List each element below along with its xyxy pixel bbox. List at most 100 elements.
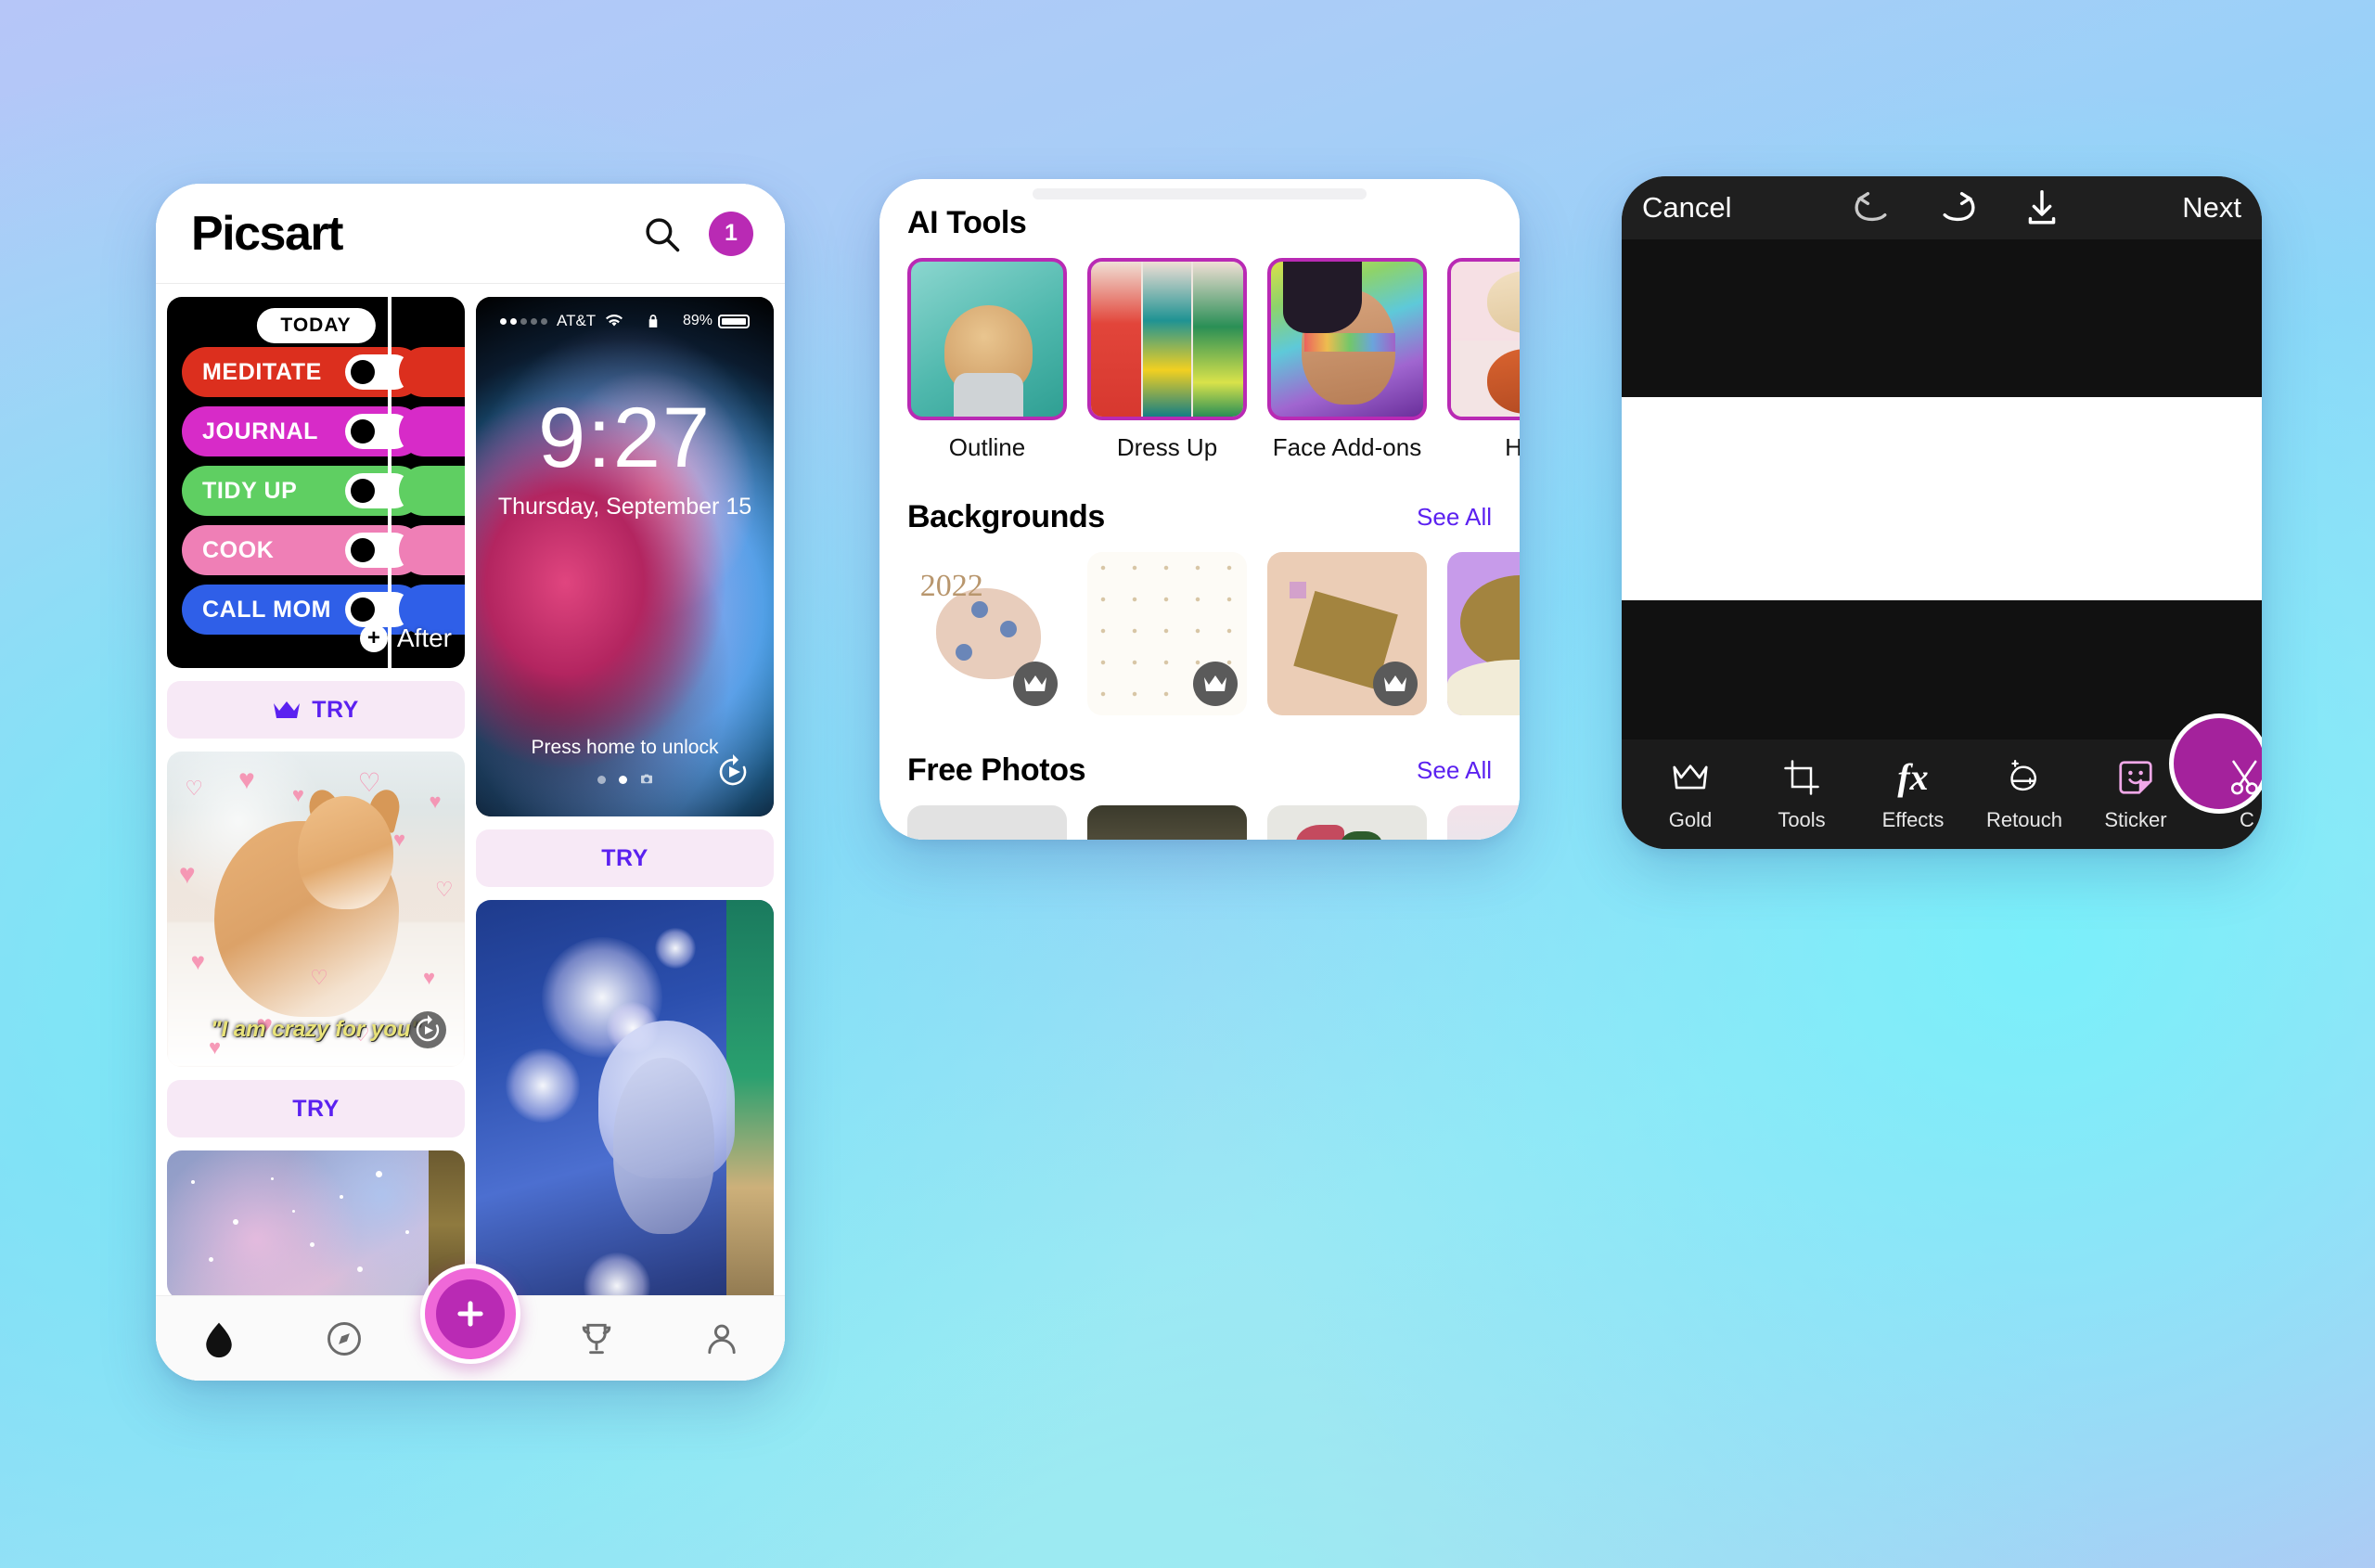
battery-percent: 89% [682, 313, 712, 328]
replay-icon[interactable] [712, 752, 753, 792]
ai-tool-label: Dress Up [1116, 433, 1218, 461]
photo-thumb[interactable] [1087, 805, 1247, 840]
tool-label: Tools [1778, 808, 1826, 831]
phone-status-bar: AT&T 89% [476, 312, 774, 330]
ai-tool-item[interactable]: Dress Up [1087, 258, 1247, 462]
sidebar-item-profile[interactable] [700, 1317, 743, 1360]
section-title-ai-tools: AI Tools [907, 205, 1027, 240]
editor-canvas[interactable] [1622, 397, 2262, 600]
crop-icon [1783, 756, 1820, 799]
canvas-letterbox-top [1622, 239, 2262, 397]
before-after-divider[interactable] [388, 297, 392, 668]
try-label: TRY [601, 844, 648, 871]
carrier-label: AT&T [557, 312, 597, 329]
plus-icon[interactable] [436, 1279, 505, 1348]
try-button[interactable]: TRY [167, 1080, 465, 1137]
tool-sticker[interactable]: Sticker [2080, 756, 2191, 832]
ai-tool-item[interactable]: Face Add-ons [1267, 258, 1427, 462]
replay-icon[interactable] [407, 1009, 448, 1050]
background-thumb[interactable] [1267, 552, 1427, 715]
ai-tool-item[interactable]: Outline [907, 258, 1067, 462]
todo-label: COOK [202, 536, 275, 563]
ai-tool-thumb[interactable] [1447, 258, 1520, 420]
sheet-handle[interactable] [1033, 188, 1367, 199]
todo-row[interactable]: JOURNAL [182, 406, 423, 456]
photo-thumb[interactable] [907, 805, 1067, 840]
ai-tool-thumb[interactable] [1087, 258, 1247, 420]
create-button[interactable] [420, 1264, 520, 1364]
notification-badge[interactable]: 1 [709, 211, 753, 256]
todo-label: TIDY UP [202, 477, 298, 504]
wifi-icon [605, 315, 623, 328]
tool-label: C [2240, 808, 2254, 831]
ai-tool-thumb[interactable] [907, 258, 1067, 420]
battery-icon [718, 314, 750, 328]
see-all-backgrounds[interactable]: See All [1417, 503, 1492, 532]
todo-label: JOURNAL [202, 418, 319, 444]
editor-topbar: Cancel Next [1622, 176, 2262, 239]
add-icon[interactable]: + [359, 624, 388, 652]
try-button[interactable]: TRY [167, 681, 465, 739]
ai-tool-label: Hair [1505, 433, 1520, 461]
sidebar-item-discover[interactable] [323, 1317, 366, 1360]
lock-date: Thursday, September 15 [497, 494, 752, 520]
background-thumb[interactable]: 2022 [907, 552, 1067, 715]
try-button[interactable]: TRY [476, 829, 774, 887]
tool-effects[interactable]: fx Effects [1857, 756, 1969, 832]
undo-icon[interactable] [1851, 189, 1894, 226]
todo-label: MEDITATE [202, 358, 322, 385]
home-feed: TODAY MEDITATE JOURNAL TIDY UP COOK CALL… [156, 284, 785, 1381]
next-button[interactable]: Next [2182, 191, 2241, 225]
phone-home-screen: Picsart 1 TODAY MEDITATE JOURNAL TIDY UP… [156, 184, 785, 1381]
crown-icon [1671, 756, 1710, 799]
tool-label: Effects [1881, 808, 1945, 831]
todo-row[interactable]: MEDITATE [182, 347, 423, 397]
background-year: 2022 [919, 568, 983, 603]
crown-icon [1193, 662, 1238, 706]
retouch-icon [2005, 756, 2044, 799]
tool-retouch[interactable]: Retouch [1969, 756, 2080, 832]
background-thumb[interactable] [1087, 552, 1247, 715]
library-scroll[interactable]: AI Tools Outline Dress Up Face Add-ons H… [879, 205, 1520, 840]
tool-label: Retouch [1986, 808, 2062, 831]
see-all-free-photos[interactable]: See All [1417, 756, 1492, 785]
search-icon[interactable] [642, 214, 681, 253]
try-label: TRY [292, 1095, 340, 1122]
picsart-logo: Picsart [191, 206, 343, 261]
tool-gold[interactable]: Gold [1635, 756, 1746, 832]
editor-toolbar: Gold Tools fx Effects Retouch Sticker C [1622, 713, 2262, 849]
tool-cutout[interactable]: C [2191, 756, 2262, 832]
ai-tool-thumb[interactable] [1267, 258, 1427, 420]
section-title-free-photos: Free Photos [907, 752, 1086, 788]
todo-row[interactable]: TIDY UP [182, 466, 423, 516]
ai-tool-item[interactable]: Hair [1447, 258, 1520, 462]
tool-tools[interactable]: Tools [1746, 756, 1857, 832]
backgrounds-row[interactable]: 2022 [907, 552, 1520, 715]
photo-thumb[interactable] [1447, 805, 1520, 840]
crown-icon [1373, 662, 1418, 706]
todo-before-after-card[interactable]: TODAY MEDITATE JOURNAL TIDY UP COOK CALL… [167, 297, 465, 668]
ai-tools-row[interactable]: Outline Dress Up Face Add-ons H [907, 258, 1520, 462]
cancel-button[interactable]: Cancel [1642, 191, 1732, 225]
after-label: After [396, 623, 452, 652]
section-title-backgrounds: Backgrounds [907, 499, 1105, 534]
dog-effect-card[interactable]: ♡ ♥ ♥ ♡ ♥ ♥ ♡ ♥ ♥ ♥ ♡ ♥ ♡ ♥ "I am crazy for you… [167, 752, 465, 1067]
sticker-icon [2117, 756, 2154, 799]
neon-effect-card[interactable]: After [476, 900, 774, 1364]
photo-thumb[interactable] [1267, 805, 1427, 840]
free-photos-row[interactable] [907, 805, 1520, 840]
sidebar-item-rewards[interactable] [575, 1317, 618, 1360]
redo-icon[interactable] [1936, 189, 1979, 226]
today-pill: TODAY [256, 308, 376, 343]
sidebar-item-home[interactable] [198, 1317, 240, 1360]
phone-editor-library: AI Tools Outline Dress Up Face Add-ons H… [879, 179, 1520, 840]
background-thumb[interactable] [1447, 552, 1520, 715]
scissors-icon [2228, 756, 2262, 799]
todo-row[interactable]: COOK [182, 525, 423, 575]
download-icon[interactable] [2022, 187, 2062, 228]
lockscreen-wallpaper-card[interactable]: AT&T 89% 9:27 Thursday, September 15 Pre… [476, 297, 774, 816]
phone-editor-canvas: Cancel Next Gold Tools fx Effects Retouc… [1622, 176, 2262, 849]
tool-label: Gold [1668, 808, 1713, 831]
ai-tool-label: Face Add-ons [1272, 433, 1422, 461]
todo-after-layer [399, 347, 465, 635]
